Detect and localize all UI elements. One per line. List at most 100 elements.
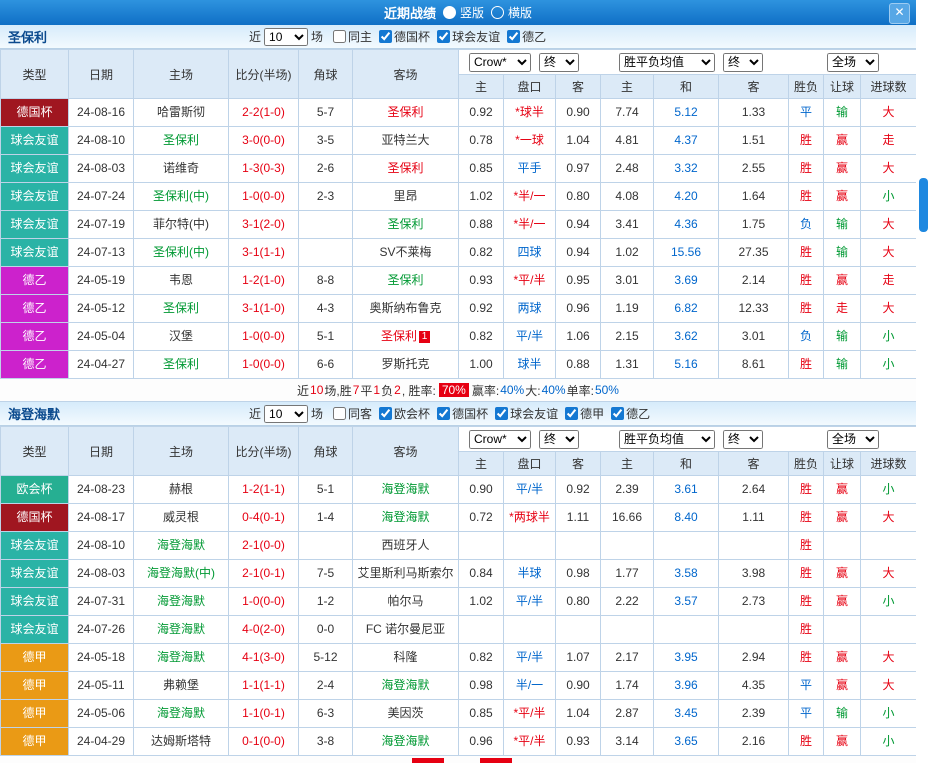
home-team-cell: 圣保利 (134, 127, 229, 155)
score-cell: 1-2(1-1) (229, 476, 299, 504)
date-cell: 24-04-29 (69, 728, 134, 756)
match-row: 球会友谊24-07-26海登海默4-0(2-0)0-0FC 诺尔曼尼亚胜 (1, 616, 917, 644)
league-type-cell: 球会友谊 (1, 127, 69, 155)
final-odds-select[interactable]: 终 (539, 53, 579, 72)
avg-draw-cell (654, 532, 719, 560)
goals-cell: 小 (861, 351, 917, 379)
corner-cell: 5-1 (299, 476, 353, 504)
away-team-cell: 圣保利 (353, 267, 459, 295)
avg-home-cell: 1.74 (601, 672, 654, 700)
avg-draw-cell: 8.40 (654, 504, 719, 532)
avg-draw-cell: 4.36 (654, 211, 719, 239)
results-table: 类型 日期 主场 比分(半场) 角球 客场 Crow* 终 胜平负均值 终 全场 (0, 426, 916, 756)
handicap-cell: 平/半 (504, 588, 556, 616)
result-cell: 平 (789, 672, 824, 700)
scope-select[interactable]: 全场 (827, 430, 879, 449)
match-row: 球会友谊24-07-19菲尔特(中)3-1(2-0)圣保利0.88*半/一0.9… (1, 211, 917, 239)
home-team-cell: 弗赖堡 (134, 672, 229, 700)
league-type-cell: 德乙 (1, 351, 69, 379)
filter-checkbox[interactable]: 球会友谊 (495, 405, 558, 422)
filter-checkbox[interactable]: 德乙 (611, 405, 650, 422)
filter-checkbox[interactable]: 德甲 (565, 405, 604, 422)
filter-checkbox-input[interactable] (379, 407, 392, 420)
near-label: 近 (249, 28, 261, 45)
home-team-cell: 海登海默 (134, 616, 229, 644)
score-cell: 1-0(0-0) (229, 588, 299, 616)
avg-home-cell: 3.01 (601, 267, 654, 295)
odds-company-select[interactable]: Crow* (469, 430, 531, 449)
summary-text: 7 (353, 383, 360, 397)
final-avg-select[interactable]: 终 (723, 53, 763, 72)
avg-odds-select[interactable]: 胜平负均值 (619, 53, 715, 72)
match-row: 球会友谊24-08-03海登海默(中)2-1(0-1)7-5艾里斯利马斯索尔0.… (1, 560, 917, 588)
handicap-result-cell: 赢 (824, 127, 861, 155)
filter-checkbox[interactable]: 德乙 (507, 28, 546, 45)
filter-checkbox-input[interactable] (379, 30, 392, 43)
filter-checkbox-input[interactable] (611, 407, 624, 420)
final-avg-select[interactable]: 终 (723, 430, 763, 449)
team-section-header: 海登海默 近 10 场 同客欧会杯德国杯球会友谊德甲德乙 (0, 402, 916, 426)
handicap-cell: 平/半 (504, 644, 556, 672)
filter-checkbox[interactable]: 同客 (333, 405, 372, 422)
corner-cell: 1-4 (299, 504, 353, 532)
date-cell: 24-08-10 (69, 532, 134, 560)
result-cell: 胜 (789, 351, 824, 379)
filter-checkbox-label: 球会友谊 (510, 405, 558, 422)
league-filter-group: 同客欧会杯德国杯 球会友谊德甲德乙 (326, 405, 650, 422)
handicap-cell (504, 616, 556, 644)
away-team-cell: 海登海默 (353, 504, 459, 532)
filter-checkbox[interactable]: 德国杯 (437, 405, 488, 422)
summary-badge-fragment (480, 758, 512, 763)
odds-company-select[interactable]: Crow* (469, 53, 531, 72)
league-type-cell: 球会友谊 (1, 616, 69, 644)
avg-odds-select[interactable]: 胜平负均值 (619, 430, 715, 449)
col-subheader-goals: 进球数 (861, 75, 917, 99)
score-cell: 0-1(0-0) (229, 728, 299, 756)
summary-badge-fragment (412, 758, 444, 763)
avg-away-cell: 2.73 (719, 588, 789, 616)
avg-away-cell: 27.35 (719, 239, 789, 267)
avg-away-cell: 1.11 (719, 504, 789, 532)
away-team-cell: 帕尔马 (353, 588, 459, 616)
col-subheader-handicap-result: 让球 (824, 452, 861, 476)
corner-cell: 8-8 (299, 267, 353, 295)
filter-checkbox-input[interactable] (333, 407, 346, 420)
handicap-cell: *球半 (504, 99, 556, 127)
result-cell: 胜 (789, 588, 824, 616)
filter-checkbox[interactable]: 球会友谊 (437, 28, 500, 45)
final-odds-select[interactable]: 终 (539, 430, 579, 449)
recent-count-select[interactable]: 10 (264, 28, 308, 46)
result-cell: 胜 (789, 476, 824, 504)
match-row: 欧会杯24-08-23赫根1-2(1-1)5-1海登海默0.90平/半0.922… (1, 476, 917, 504)
scope-select[interactable]: 全场 (827, 53, 879, 72)
radio-vertical-layout[interactable]: 竖版 (443, 4, 484, 21)
home-odds-cell: 0.78 (459, 127, 504, 155)
handicap-cell: *平/半 (504, 267, 556, 295)
avg-away-cell: 1.75 (719, 211, 789, 239)
radio-horizontal-layout[interactable]: 横版 (491, 4, 532, 21)
avg-home-cell: 16.66 (601, 504, 654, 532)
corner-cell (299, 532, 353, 560)
filter-checkbox-input[interactable] (437, 407, 450, 420)
goals-cell: 小 (861, 588, 917, 616)
league-type-cell: 德甲 (1, 644, 69, 672)
filter-checkbox[interactable]: 欧会杯 (379, 405, 430, 422)
filter-checkbox[interactable]: 德国杯 (379, 28, 430, 45)
avg-home-cell: 1.31 (601, 351, 654, 379)
date-cell: 24-05-19 (69, 267, 134, 295)
date-cell: 24-08-17 (69, 504, 134, 532)
avg-home-cell: 4.08 (601, 183, 654, 211)
filter-checkbox-input[interactable] (565, 407, 578, 420)
filter-checkbox-input[interactable] (507, 30, 520, 43)
filter-checkbox-input[interactable] (333, 30, 346, 43)
home-team-cell: 圣保利 (134, 295, 229, 323)
scrollbar-thumb[interactable] (919, 178, 928, 232)
filter-checkbox[interactable]: 同主 (333, 28, 372, 45)
filter-checkbox-label: 同主 (348, 28, 372, 45)
filter-checkbox-input[interactable] (437, 30, 450, 43)
filter-checkbox-input[interactable] (495, 407, 508, 420)
games-label: 场 (311, 405, 323, 422)
home-team-cell: 海登海默 (134, 644, 229, 672)
recent-count-select[interactable]: 10 (264, 405, 308, 423)
close-icon[interactable]: ✕ (889, 3, 910, 24)
